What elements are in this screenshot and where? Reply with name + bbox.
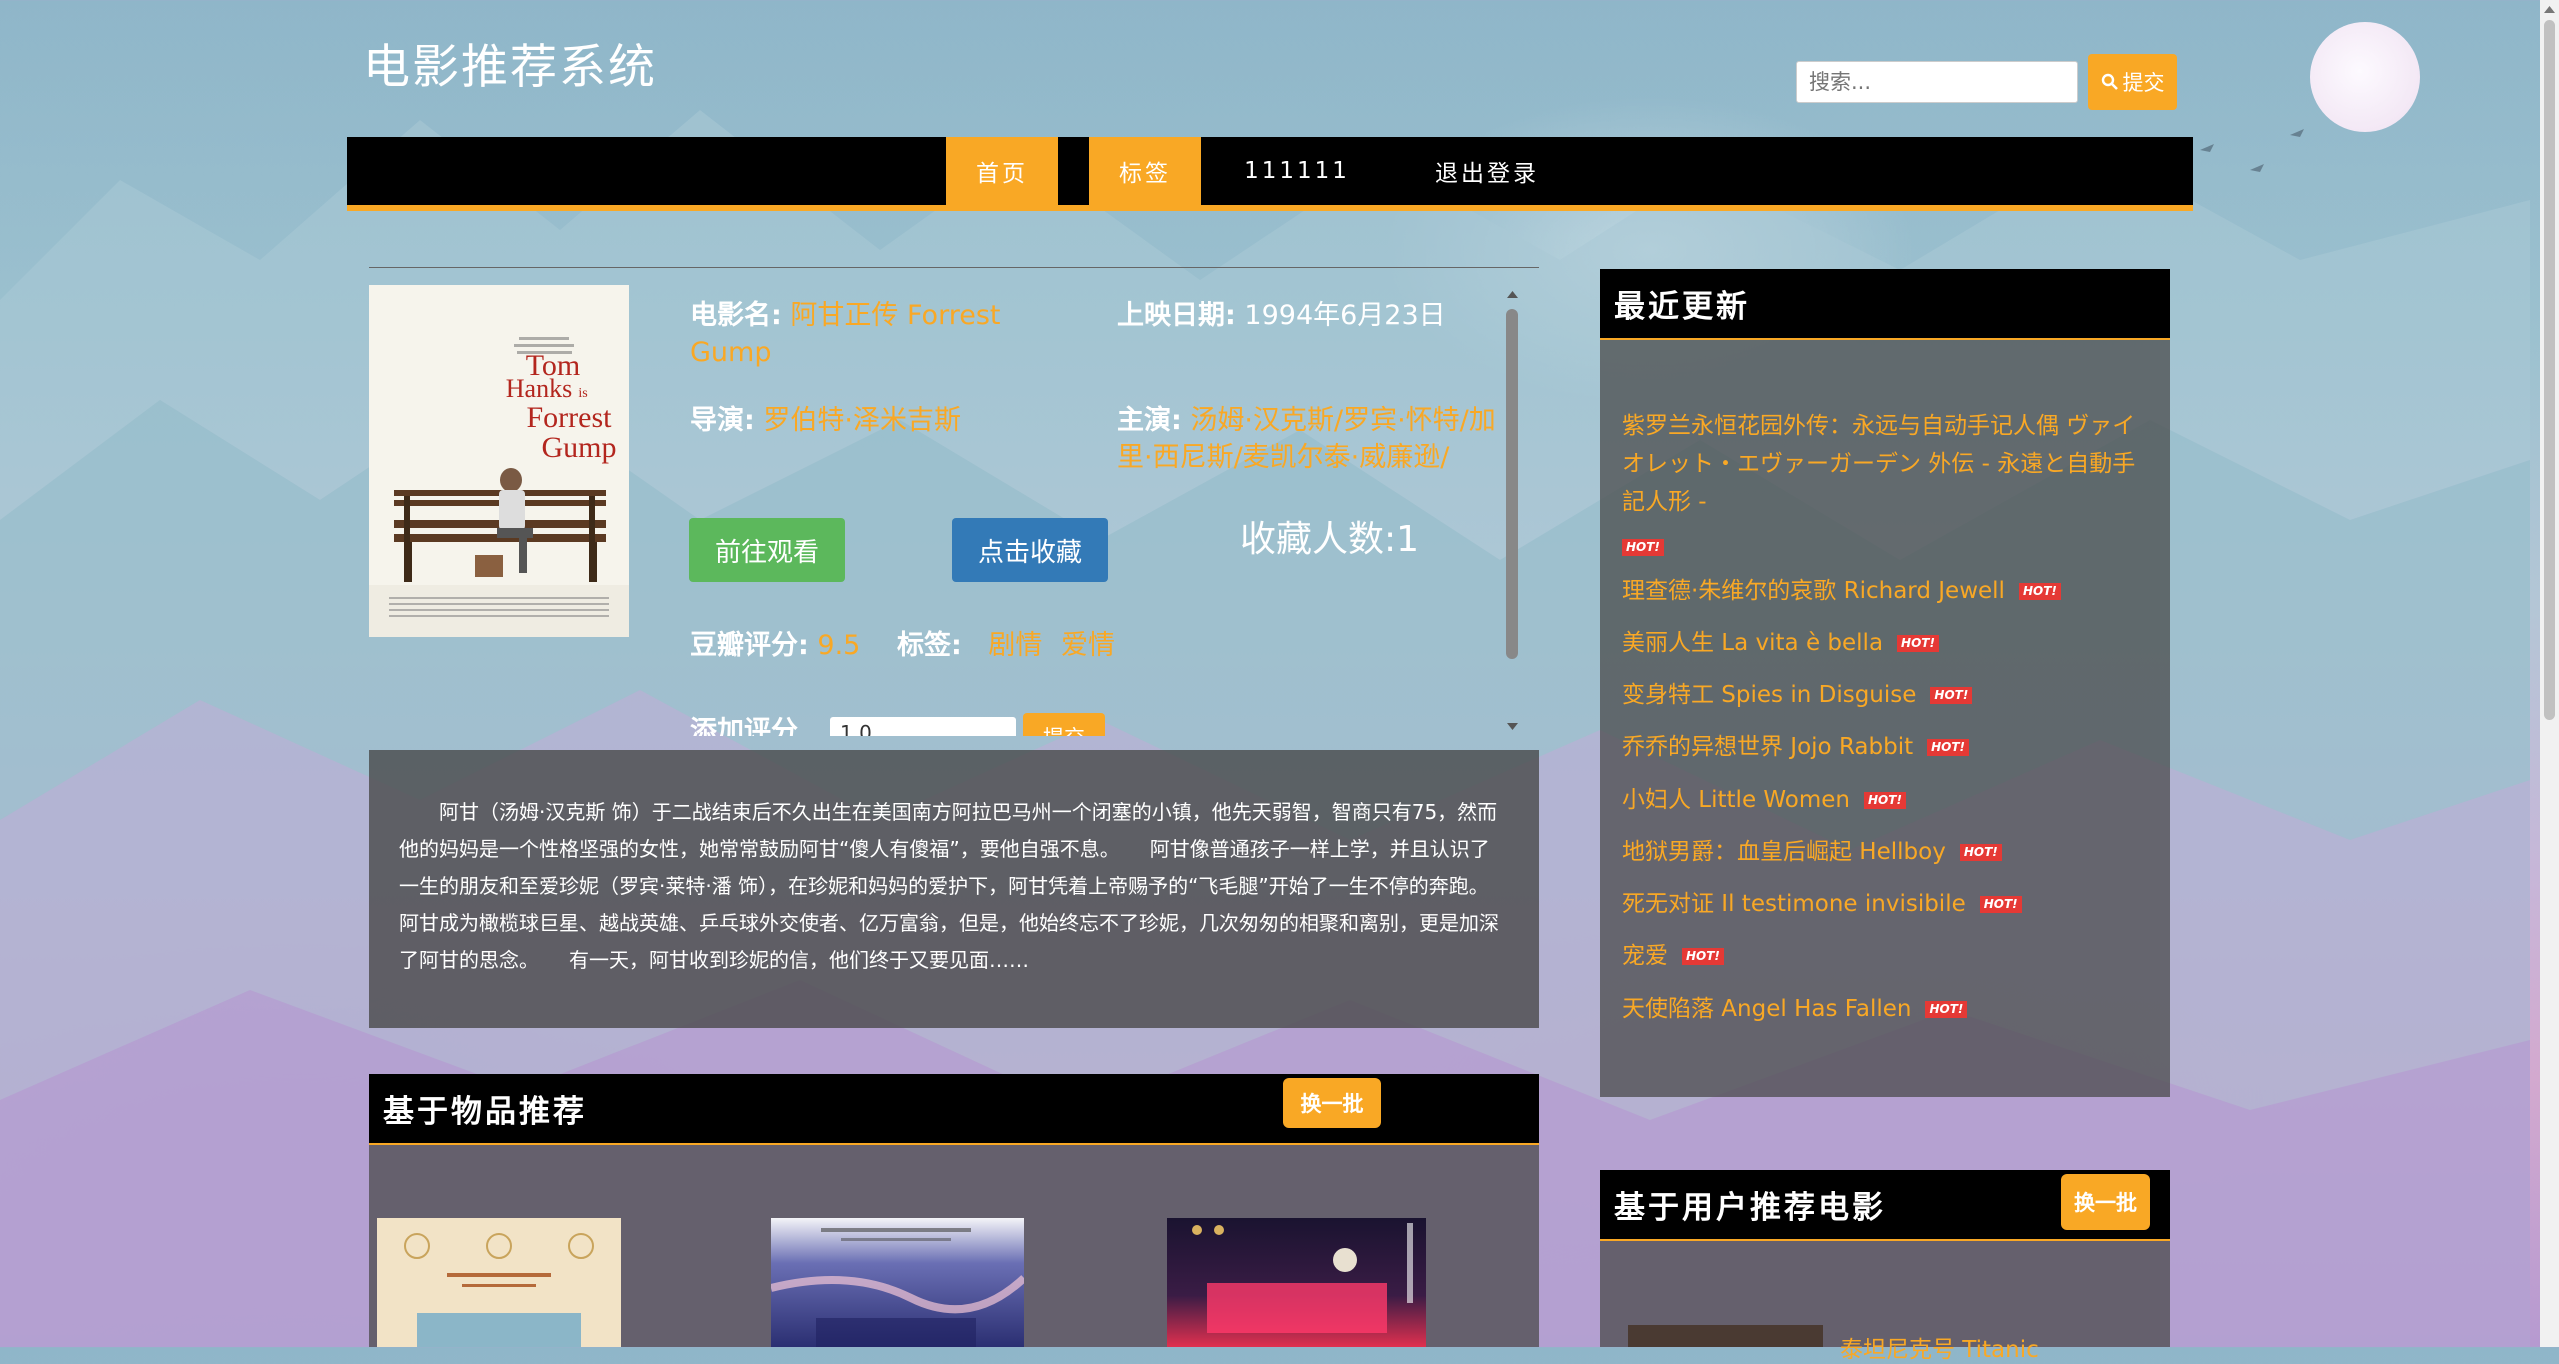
collect-button[interactable]: 点击收藏 <box>952 518 1108 582</box>
tag-item[interactable]: 剧情 <box>988 630 1042 661</box>
item-rec-title: 基于物品推荐 <box>383 1094 587 1130</box>
user-rec-item[interactable]: 泰坦尼克号 Titanic <box>1840 1330 2039 1364</box>
recent-item[interactable]: 乔乔的异想世界 Jojo Rabbit HOT! <box>1622 728 1970 766</box>
comment-submit-button[interactable]: 提交 <box>1023 713 1105 736</box>
rating-value: 9.5 <box>817 630 861 661</box>
poster-text-2: Hanks <box>506 374 572 403</box>
scroll-up-icon[interactable] <box>1503 285 1522 304</box>
recent-item[interactable]: 理查德·朱维尔的哀歌 Richard Jewell HOT! <box>1622 572 2061 610</box>
hot-badge: HOT! <box>1682 948 1724 965</box>
recent-item[interactable]: 紫罗兰永恒花园外传：永远与自动手记人偶 ヴァイオレット・エヴァーガーデン 外伝 … <box>1622 407 2147 559</box>
comment-label: 添加评分 <box>690 716 798 736</box>
cast-label: 主演: <box>1117 405 1182 436</box>
nav-tags[interactable]: 标签 <box>1089 137 1201 205</box>
hot-badge: HOT! <box>1897 635 1939 652</box>
watch-button[interactable]: 前往观看 <box>689 518 845 582</box>
comment-input[interactable]: 1.0 <box>830 717 1016 736</box>
tags-label: 标签: <box>896 630 962 661</box>
poster-art <box>1192 1223 1413 1333</box>
director-value: 罗伯特·泽米吉斯 <box>763 405 961 436</box>
director-label: 导演: <box>690 405 755 436</box>
page-scrollbar[interactable] <box>2540 0 2559 1347</box>
scroll-up-icon[interactable] <box>2540 0 2559 19</box>
moon-decoration <box>2310 22 2420 132</box>
collect-count: 收藏人数:1 <box>1240 519 1420 560</box>
poster-text-4: Forrest <box>527 401 613 434</box>
user-rec-title: 基于用户推荐电影 <box>1614 1190 1886 1226</box>
recent-item[interactable]: 宠爱 HOT! <box>1622 937 1724 975</box>
tag-item[interactable]: 爱情 <box>1061 630 1115 661</box>
poster-art <box>771 1228 1024 1347</box>
nav-user[interactable]: 111111 <box>1227 137 1367 205</box>
poster-text-3: is <box>578 386 587 401</box>
site-title: 电影推荐系统 <box>363 40 657 95</box>
recent-header: 最近更新 <box>1600 269 2170 340</box>
poster-text-5: Gump <box>542 431 617 464</box>
search-input[interactable] <box>1796 61 2078 103</box>
hot-badge: HOT! <box>1927 739 1970 756</box>
divider <box>369 267 1539 268</box>
hot-badge: HOT! <box>1864 792 1906 809</box>
item-rec-poster[interactable] <box>771 1218 1024 1347</box>
recent-title: 最近更新 <box>1614 289 1750 325</box>
movie-name-label: 电影名: <box>690 300 782 331</box>
search-icon <box>2101 73 2118 90</box>
hot-badge: HOT! <box>2018 583 2061 600</box>
detail-scroll-thumb[interactable] <box>1506 309 1518 659</box>
item-rec-swap-button[interactable]: 换一批 <box>1283 1078 1381 1128</box>
release-date-label: 上映日期: <box>1117 300 1236 331</box>
hot-badge: HOT! <box>1925 1001 1968 1018</box>
hot-badge: HOT! <box>1622 539 1664 556</box>
recent-item[interactable]: 小妇人 Little Women HOT! <box>1622 781 1906 819</box>
movie-synopsis: 阿甘（汤姆·汉克斯 饰）于二战结束后不久出生在美国南方阿拉巴马州一个闭塞的小镇，… <box>369 750 1539 1028</box>
search-submit-label: 提交 <box>2122 71 2165 95</box>
nav-home[interactable]: 首页 <box>946 137 1058 205</box>
recent-item[interactable]: 天使陷落 Angel Has Fallen HOT! <box>1622 990 1968 1028</box>
hot-badge: HOT! <box>1959 844 2002 861</box>
item-rec-poster[interactable] <box>377 1218 621 1347</box>
movie-poster: Tom Hanks is Forrest Gump <box>369 285 629 637</box>
main-navbar: 首页 标签 111111 退出登录 <box>347 137 2193 211</box>
hot-badge: HOT! <box>1979 896 2022 913</box>
nav-logout[interactable]: 退出登录 <box>1407 137 1567 205</box>
user-rec-swap-button[interactable]: 换一批 <box>2061 1174 2150 1230</box>
release-date-value: 1994年6月23日 <box>1244 300 1446 331</box>
search-submit-button[interactable]: 提交 <box>2088 54 2177 110</box>
movie-detail-panel[interactable]: 电影名: 阿甘正传 Forrest Gump 上映日期: 1994年6月23日 … <box>650 285 1522 736</box>
poster-art <box>404 1233 594 1347</box>
poster-art: Tom Hanks is Forrest Gump <box>369 285 629 637</box>
item-rec-poster[interactable] <box>1167 1218 1426 1347</box>
user-rec-poster[interactable] <box>1628 1325 1823 1347</box>
rating-label: 豆瓣评分: <box>690 630 809 661</box>
page-scroll-thumb[interactable] <box>2544 20 2555 720</box>
recent-item[interactable]: 美丽人生 La vita è bella HOT! <box>1622 624 1939 662</box>
recent-item[interactable]: 死无对证 Il testimone invisibile HOT! <box>1622 885 2022 923</box>
recent-item[interactable]: 变身特工 Spies in Disguise HOT! <box>1622 676 1973 714</box>
scroll-down-icon[interactable] <box>1503 717 1522 736</box>
recent-item[interactable]: 地狱男爵：血皇后崛起 Hellboy HOT! <box>1622 833 2002 871</box>
hot-badge: HOT! <box>1930 687 1973 704</box>
